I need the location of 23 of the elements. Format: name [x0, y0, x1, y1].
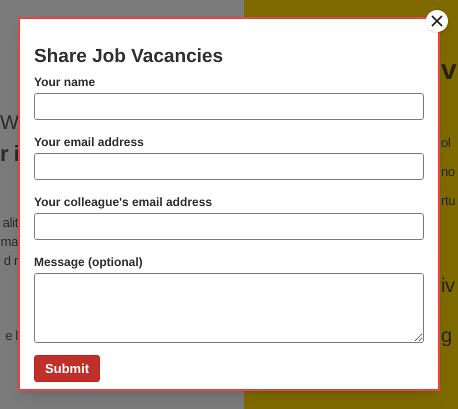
close-icon — [431, 15, 443, 27]
background-text: alit — [2, 216, 18, 229]
background-text: ol — [441, 136, 450, 149]
field-label: Your colleague's email address — [34, 195, 214, 209]
dialog-title: Share Job Vacancies — [34, 45, 224, 69]
field-label: Message (optional) — [34, 255, 144, 269]
input-field[interactable] — [34, 153, 424, 180]
background-text: r i — [0, 143, 18, 165]
background-text: iv — [441, 276, 454, 296]
background-text: d r — [2, 254, 18, 267]
submit-button[interactable]: Submit — [34, 355, 100, 382]
background-text: e l — [4, 329, 18, 342]
field-label: Your name — [34, 75, 96, 89]
background-text: no — [441, 165, 455, 178]
background-text: g — [441, 326, 452, 346]
background-text: v — [441, 56, 456, 84]
background-text: rtu — [441, 194, 456, 207]
background-text: W — [0, 113, 18, 133]
message-field[interactable] — [34, 273, 424, 343]
input-field[interactable] — [34, 93, 424, 120]
field-label: Your email address — [34, 135, 145, 149]
input-field[interactable] — [34, 213, 424, 240]
background-text: ma — [0, 235, 18, 248]
